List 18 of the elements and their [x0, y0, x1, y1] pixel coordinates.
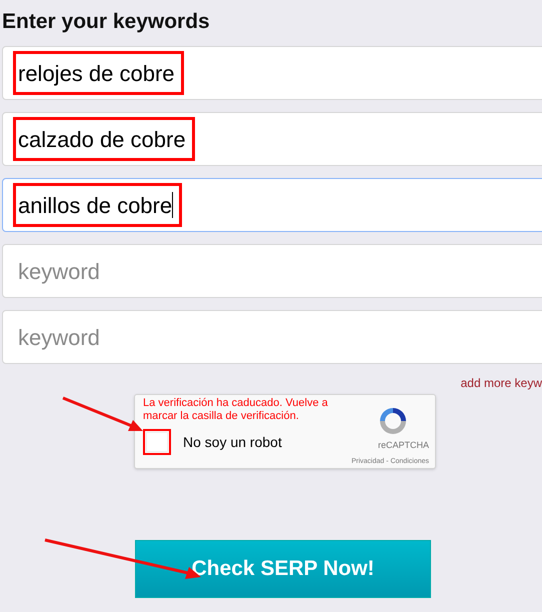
field-value: relojes de cobre — [18, 60, 175, 88]
add-more-link[interactable]: add more keyw — [460, 374, 542, 392]
placeholder-text: keyword — [18, 324, 100, 352]
recaptcha-logo-icon — [377, 405, 409, 437]
input-field[interactable]: calzado de cobre — [2, 112, 542, 166]
input-field[interactable]: keyword — [2, 310, 542, 364]
text-cursor — [172, 192, 174, 218]
input-field[interactable]: anillos de cobre — [2, 178, 542, 232]
recaptcha-brand: reCAPTCHA — [378, 439, 429, 452]
field-value: anillos de cobre — [18, 192, 172, 220]
error-message: La verificación ha caducado. Vuelve a marcar la casilla de verificación. — [143, 397, 329, 423]
checkbox-label: No soy un robot — [183, 432, 282, 452]
placeholder-text: keyword — [18, 258, 100, 286]
input-field[interactable]: relojes de cobre — [2, 46, 542, 100]
field-value: calzado de cobre — [18, 126, 186, 154]
heading: Enter your keywords — [2, 9, 211, 35]
check-serp-button[interactable]: Check SERP Now! — [135, 540, 431, 598]
input-field[interactable]: keyword — [2, 244, 542, 298]
